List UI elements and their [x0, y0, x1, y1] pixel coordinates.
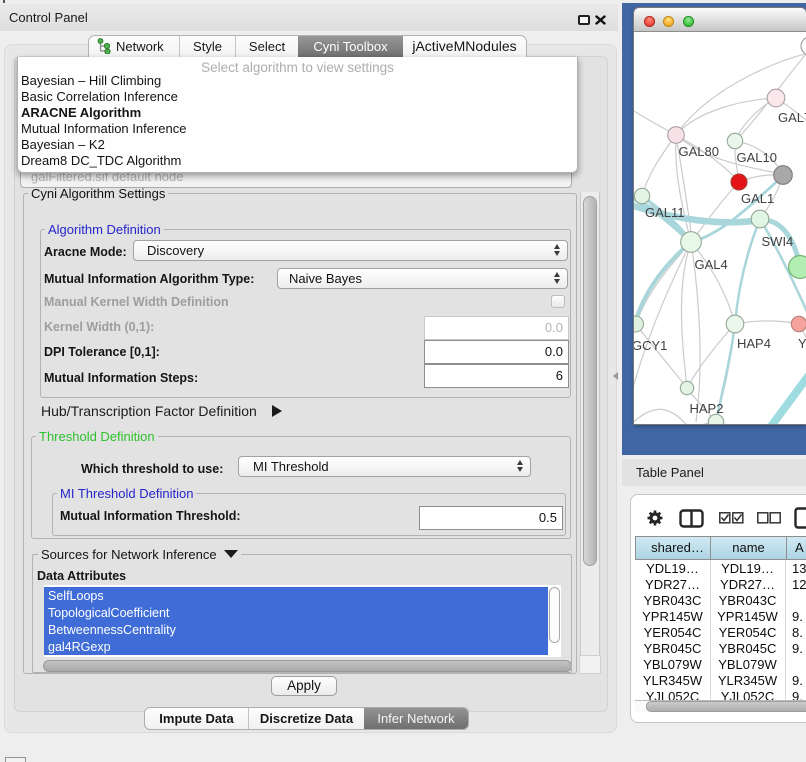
svg-text:GCY1: GCY1 — [634, 338, 667, 353]
svg-text:HAP2: HAP2 — [690, 401, 724, 416]
svg-text:GAL1: GAL1 — [741, 191, 774, 206]
svg-text:GAL10: GAL10 — [737, 150, 777, 165]
svg-text:YDR: YDR — [798, 336, 806, 351]
svg-text:GAL11: GAL11 — [645, 205, 685, 220]
svg-text:GAL80: GAL80 — [679, 144, 719, 159]
svg-text:HAP4: HAP4 — [737, 336, 771, 351]
svg-text:SWI4: SWI4 — [762, 234, 794, 249]
svg-text:GAL4: GAL4 — [695, 257, 728, 272]
svg-text:GAL7: GAL7 — [778, 110, 806, 125]
